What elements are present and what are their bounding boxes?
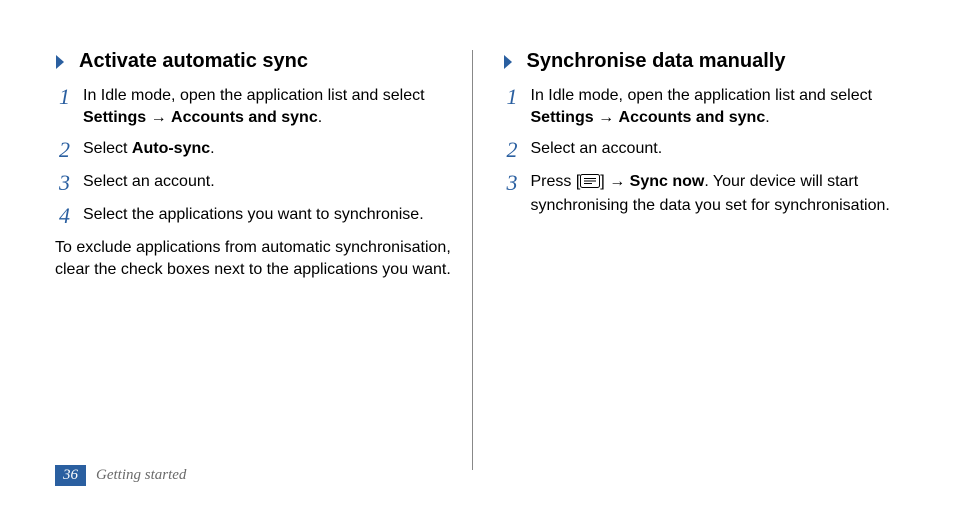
list-item: 4 Select the applications you want to sy… <box>55 204 452 227</box>
list-item: 2 Select an account. <box>503 138 900 161</box>
left-column: Activate automatic sync 1 In Idle mode, … <box>55 50 472 470</box>
step-number: 4 <box>59 204 83 227</box>
left-heading: Activate automatic sync <box>55 50 452 73</box>
chevron-icon <box>503 54 515 70</box>
right-heading-text: Synchronise data manually <box>527 50 786 73</box>
step-number: 1 <box>59 85 83 128</box>
page-footer: 36 Getting started <box>55 465 186 486</box>
chevron-icon <box>55 54 67 70</box>
step-number: 2 <box>507 138 531 161</box>
step-text: Select an account. <box>83 171 215 194</box>
step-number: 3 <box>59 171 83 194</box>
step-number: 1 <box>507 85 531 128</box>
step-text: In Idle mode, open the application list … <box>531 85 900 128</box>
step-text: Select Auto-sync. <box>83 138 215 161</box>
page-number: 36 <box>55 465 86 486</box>
right-column: Synchronise data manually 1 In Idle mode… <box>472 50 900 470</box>
page-columns: Activate automatic sync 1 In Idle mode, … <box>55 50 899 470</box>
step-text: Select an account. <box>531 138 663 161</box>
step-text: Press [] → Sync now. Your device will st… <box>531 171 900 216</box>
step-number: 2 <box>59 138 83 161</box>
step-number: 3 <box>507 171 531 216</box>
list-item: 2 Select Auto-sync. <box>55 138 452 161</box>
step-text: In Idle mode, open the application list … <box>83 85 452 128</box>
right-heading: Synchronise data manually <box>503 50 900 73</box>
left-note: To exclude applications from automatic s… <box>55 237 452 280</box>
list-item: 1 In Idle mode, open the application lis… <box>503 85 900 128</box>
menu-key-icon <box>580 173 600 195</box>
footer-section: Getting started <box>96 467 186 484</box>
step-text: Select the applications you want to sync… <box>83 204 424 227</box>
list-item: 3 Press [] → Sync now. Your device will … <box>503 171 900 216</box>
list-item: 1 In Idle mode, open the application lis… <box>55 85 452 128</box>
list-item: 3 Select an account. <box>55 171 452 194</box>
left-heading-text: Activate automatic sync <box>79 50 308 73</box>
